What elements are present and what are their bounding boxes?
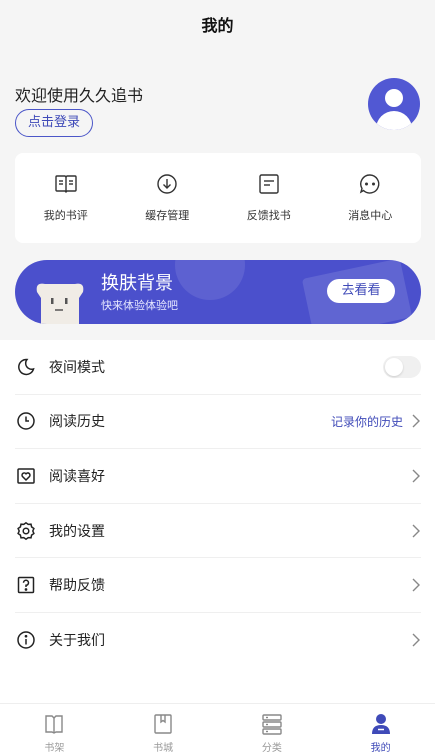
history-hint: 记录你的历史 xyxy=(330,414,403,429)
tab-bookstore[interactable]: 书城 xyxy=(109,704,218,755)
banner-decoration xyxy=(175,260,245,300)
tab-category[interactable]: 分类 xyxy=(218,704,327,755)
quick-action-messages[interactable]: 消息中心 xyxy=(320,153,422,243)
settings-menu: 夜间模式 阅读历史 记录你的历史 阅读喜好 我的设置 帮助反馈 关于我们 xyxy=(0,340,435,668)
menu-item-right xyxy=(411,558,421,612)
heart-frame-icon xyxy=(15,465,37,487)
welcome-text: 欢迎使用久久追书 xyxy=(15,86,144,105)
menu-item-right: 记录你的历史 xyxy=(331,395,421,449)
quick-action-label: 反馈找书 xyxy=(246,209,291,222)
mascot-icon xyxy=(36,283,84,324)
profile-icon xyxy=(371,714,390,734)
info-icon xyxy=(15,629,37,651)
category-icon xyxy=(262,714,282,735)
tab-label: 书城 xyxy=(153,743,174,754)
bookstore-icon xyxy=(154,714,172,734)
menu-item-label: 夜间模式 xyxy=(49,359,105,376)
avatar-head xyxy=(385,89,403,107)
header-area: 我的 欢迎使用久久追书 点击登录 我的书评 缓存管理 反馈找书 消息中心 换肤背… xyxy=(0,0,435,340)
menu-item-label: 我的设置 xyxy=(49,523,105,540)
menu-item-settings[interactable]: 我的设置 xyxy=(15,504,421,559)
menu-item-label: 阅读喜好 xyxy=(49,468,105,485)
menu-item-label: 阅读历史 xyxy=(49,414,105,431)
tab-label: 分类 xyxy=(261,743,282,754)
login-button[interactable]: 点击登录 xyxy=(15,109,93,137)
menu-item-right xyxy=(383,340,421,394)
gear-icon xyxy=(15,520,37,542)
avatar-body xyxy=(376,111,412,130)
moon-icon xyxy=(15,356,37,378)
menu-item-right xyxy=(411,449,421,503)
quick-action-cache[interactable]: 缓存管理 xyxy=(117,153,219,243)
menu-item-reading-history[interactable]: 阅读历史 记录你的历史 xyxy=(15,395,421,450)
banner-subtitle: 快来体验体验吧 xyxy=(101,299,178,312)
tab-bookshelf[interactable]: 书架 xyxy=(0,704,109,755)
download-icon xyxy=(157,174,177,194)
chevron-right-icon xyxy=(412,524,420,538)
menu-item-label: 帮助反馈 xyxy=(49,578,105,595)
skin-banner[interactable]: 换肤背景 快来体验体验吧 去看看 xyxy=(15,260,421,324)
toggle-knob xyxy=(385,357,403,376)
menu-item-help[interactable]: 帮助反馈 xyxy=(15,558,421,613)
avatar[interactable] xyxy=(368,78,420,130)
night-mode-toggle[interactable] xyxy=(383,355,421,378)
bookshelf-icon xyxy=(45,715,64,734)
chevron-right-icon xyxy=(412,633,420,647)
tab-bar: 书架 书城 分类 我的 xyxy=(0,703,435,755)
quick-action-label: 消息中心 xyxy=(348,209,393,222)
quick-actions: 我的书评 缓存管理 反馈找书 消息中心 xyxy=(15,153,421,243)
menu-item-reading-preference[interactable]: 阅读喜好 xyxy=(15,449,421,504)
chevron-right-icon xyxy=(412,578,420,592)
banner-title: 换肤背景 xyxy=(101,273,173,294)
banner-view-button[interactable]: 去看看 xyxy=(327,279,395,303)
question-icon xyxy=(15,574,37,596)
quick-action-book-review[interactable]: 我的书评 xyxy=(15,153,117,243)
quick-action-label: 缓存管理 xyxy=(145,209,190,222)
tab-label: 书架 xyxy=(44,743,65,754)
page-title: 我的 xyxy=(201,16,234,35)
menu-item-right xyxy=(411,504,421,558)
menu-item-label: 关于我们 xyxy=(49,633,105,650)
book-review-icon xyxy=(55,175,77,193)
message-icon xyxy=(360,174,380,194)
menu-item-right xyxy=(411,613,421,668)
menu-item-night-mode[interactable]: 夜间模式 xyxy=(15,340,421,395)
tab-label: 我的 xyxy=(370,743,391,754)
chevron-right-icon xyxy=(412,469,420,483)
clock-icon xyxy=(15,410,37,432)
quick-action-label: 我的书评 xyxy=(43,209,88,222)
chevron-right-icon xyxy=(412,414,420,428)
document-icon xyxy=(259,174,279,194)
tab-mine[interactable]: 我的 xyxy=(326,704,435,755)
menu-item-about[interactable]: 关于我们 xyxy=(15,613,421,668)
quick-action-feedback[interactable]: 反馈找书 xyxy=(218,153,320,243)
